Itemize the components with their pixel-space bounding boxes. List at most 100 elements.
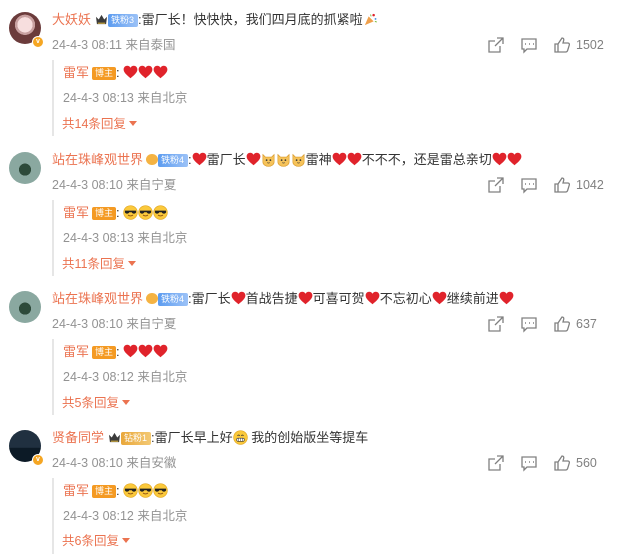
username[interactable]: 站在珠峰观世界 [52, 291, 143, 306]
reply-line: 雷军 博主: [63, 203, 168, 223]
more-replies-link[interactable]: 共6条回复 [62, 532, 130, 550]
comment-text: 不不不，还是雷总亲切 [361, 152, 492, 167]
comment-icon[interactable] [520, 315, 538, 333]
reply-meta: 24-4-3 08:13 来自北京 [63, 227, 187, 246]
username[interactable]: 贤备同学 [52, 430, 104, 445]
comment-text: 首战告捷 [245, 291, 298, 306]
thumbs-up-icon[interactable] [553, 36, 571, 54]
comment-icon[interactable] [520, 454, 538, 472]
comment-meta: 24-4-3 08:10 来自宁夏 [52, 176, 176, 194]
thumbs-up-icon[interactable] [553, 454, 571, 472]
fan-badge[interactable]: 铁粉4 [158, 293, 189, 306]
cat-emoji-icon [261, 152, 276, 167]
reply-location: 来自北京 [137, 91, 188, 105]
avatar[interactable] [9, 291, 41, 323]
comment-text: 我的创始版坐等提车 [247, 430, 369, 445]
comment-text: 可喜可贺 [312, 291, 365, 306]
heart-icon [499, 291, 514, 305]
comment-text: :雷厂长！快快快，我们四月底的抓紧啦 [138, 12, 363, 27]
share-icon[interactable] [487, 454, 505, 472]
caret-down-icon [121, 538, 130, 543]
heart-icon [192, 152, 207, 166]
comment-line: 大妖妖 铁粉3:雷厂长！快快快，我们四月底的抓紧啦 [52, 10, 378, 30]
more-replies-label: 共6条回复 [62, 534, 119, 548]
comment-location: 来自泰国 [125, 38, 176, 52]
comment-icon[interactable] [520, 36, 538, 54]
sunglasses-emoji-icon [123, 205, 138, 220]
flower-icon [146, 293, 159, 304]
comment-time: 24-4-3 08:10 [52, 317, 123, 331]
like-count[interactable]: 1042 [576, 176, 604, 194]
sunglasses-emoji-icon [123, 483, 138, 498]
crown-icon [108, 432, 121, 443]
comment-text: 雷厂长 [206, 152, 246, 167]
verified-icon: v [32, 36, 44, 48]
cat-emoji-icon [291, 152, 306, 167]
more-replies-link[interactable]: 共5条回复 [62, 394, 130, 412]
like-count[interactable]: 1502 [576, 36, 604, 54]
reply-username[interactable]: 雷军 [63, 483, 89, 498]
reply-text: : [116, 65, 120, 80]
heart-icon [231, 291, 246, 305]
more-replies-label: 共5条回复 [62, 396, 119, 410]
fan-badge[interactable]: 钻粉1 [121, 432, 152, 445]
reply-text: : [116, 344, 120, 359]
caret-down-icon [128, 121, 137, 126]
like-count[interactable]: 637 [576, 315, 597, 333]
fan-badge[interactable]: 铁粉3 [108, 14, 139, 27]
comment-time: 24-4-3 08:11 [52, 38, 122, 52]
avatar[interactable] [9, 152, 41, 184]
action-bar: 1042 [487, 176, 607, 194]
reply-box: 雷军 博主: 24-4-3 08:12 来自北京 [52, 339, 609, 415]
reply-time: 24-4-3 08:12 [63, 370, 134, 384]
thumbs-up-icon[interactable] [553, 315, 571, 333]
action-bar: 1502 [487, 36, 607, 54]
share-icon[interactable] [487, 176, 505, 194]
like-count[interactable]: 560 [576, 454, 597, 472]
username[interactable]: 大妖妖 [52, 12, 91, 27]
blogger-badge: 博主 [92, 67, 117, 80]
reply-location: 来自北京 [137, 509, 188, 523]
share-icon[interactable] [487, 36, 505, 54]
verified-icon: v [32, 454, 44, 466]
blogger-badge: 博主 [92, 485, 117, 498]
reply-line: 雷军 博主: [63, 63, 168, 83]
reply-time: 24-4-3 08:13 [63, 231, 134, 245]
reply-username[interactable]: 雷军 [63, 205, 89, 220]
comment-item: v 贤备同学 钻粉1:雷厂长早上好 我的创始版坐等提车 24-4-3 08:10 … [0, 418, 617, 555]
comment-icon[interactable] [520, 176, 538, 194]
heart-icon [138, 344, 153, 358]
reply-username[interactable]: 雷军 [63, 65, 89, 80]
reply-meta: 24-4-3 08:12 来自北京 [63, 505, 187, 524]
comment-text: 不忘初心 [379, 291, 432, 306]
more-replies-link[interactable]: 共11条回复 [62, 255, 136, 273]
comment-meta: 24-4-3 08:10 来自宁夏 [52, 315, 176, 333]
reply-time: 24-4-3 08:12 [63, 509, 134, 523]
reply-text: : [116, 205, 120, 220]
caret-down-icon [121, 400, 130, 405]
crown-icon [95, 14, 108, 25]
party-emoji-icon [363, 12, 378, 27]
comment-text: :雷厂长 [188, 291, 231, 306]
comment-location: 来自宁夏 [126, 178, 177, 192]
comment-line: 站在珠峰观世界 铁粉4:雷厂长 首战告捷 可喜可贺 不忘初心 继续前进 [52, 289, 514, 309]
reply-username[interactable]: 雷军 [63, 344, 89, 359]
fan-badge[interactable]: 铁粉4 [158, 154, 189, 167]
comment-text: :雷厂长早上好 [151, 430, 233, 445]
blogger-badge: 博主 [92, 346, 117, 359]
sunglasses-emoji-icon [153, 483, 168, 498]
more-replies-link[interactable]: 共14条回复 [62, 115, 137, 133]
comment-location: 来自安徽 [126, 456, 177, 470]
heart-icon [332, 152, 347, 166]
heart-icon [507, 152, 522, 166]
comment-text: 雷神 [305, 152, 332, 167]
comment-item: 站在珠峰观世界 铁粉4: 雷厂长 雷神 不不不，还是雷总亲切 24-4-3 08:10 … [0, 140, 617, 280]
comment-text: 继续前进 [446, 291, 499, 306]
thumbs-up-icon[interactable] [553, 176, 571, 194]
comment-location: 来自宁夏 [126, 317, 177, 331]
username[interactable]: 站在珠峰观世界 [52, 152, 143, 167]
caret-down-icon [127, 261, 136, 266]
share-icon[interactable] [487, 315, 505, 333]
comment-line: 贤备同学 钻粉1:雷厂长早上好 我的创始版坐等提车 [52, 428, 368, 448]
reply-meta: 24-4-3 08:13 来自北京 [63, 87, 187, 106]
